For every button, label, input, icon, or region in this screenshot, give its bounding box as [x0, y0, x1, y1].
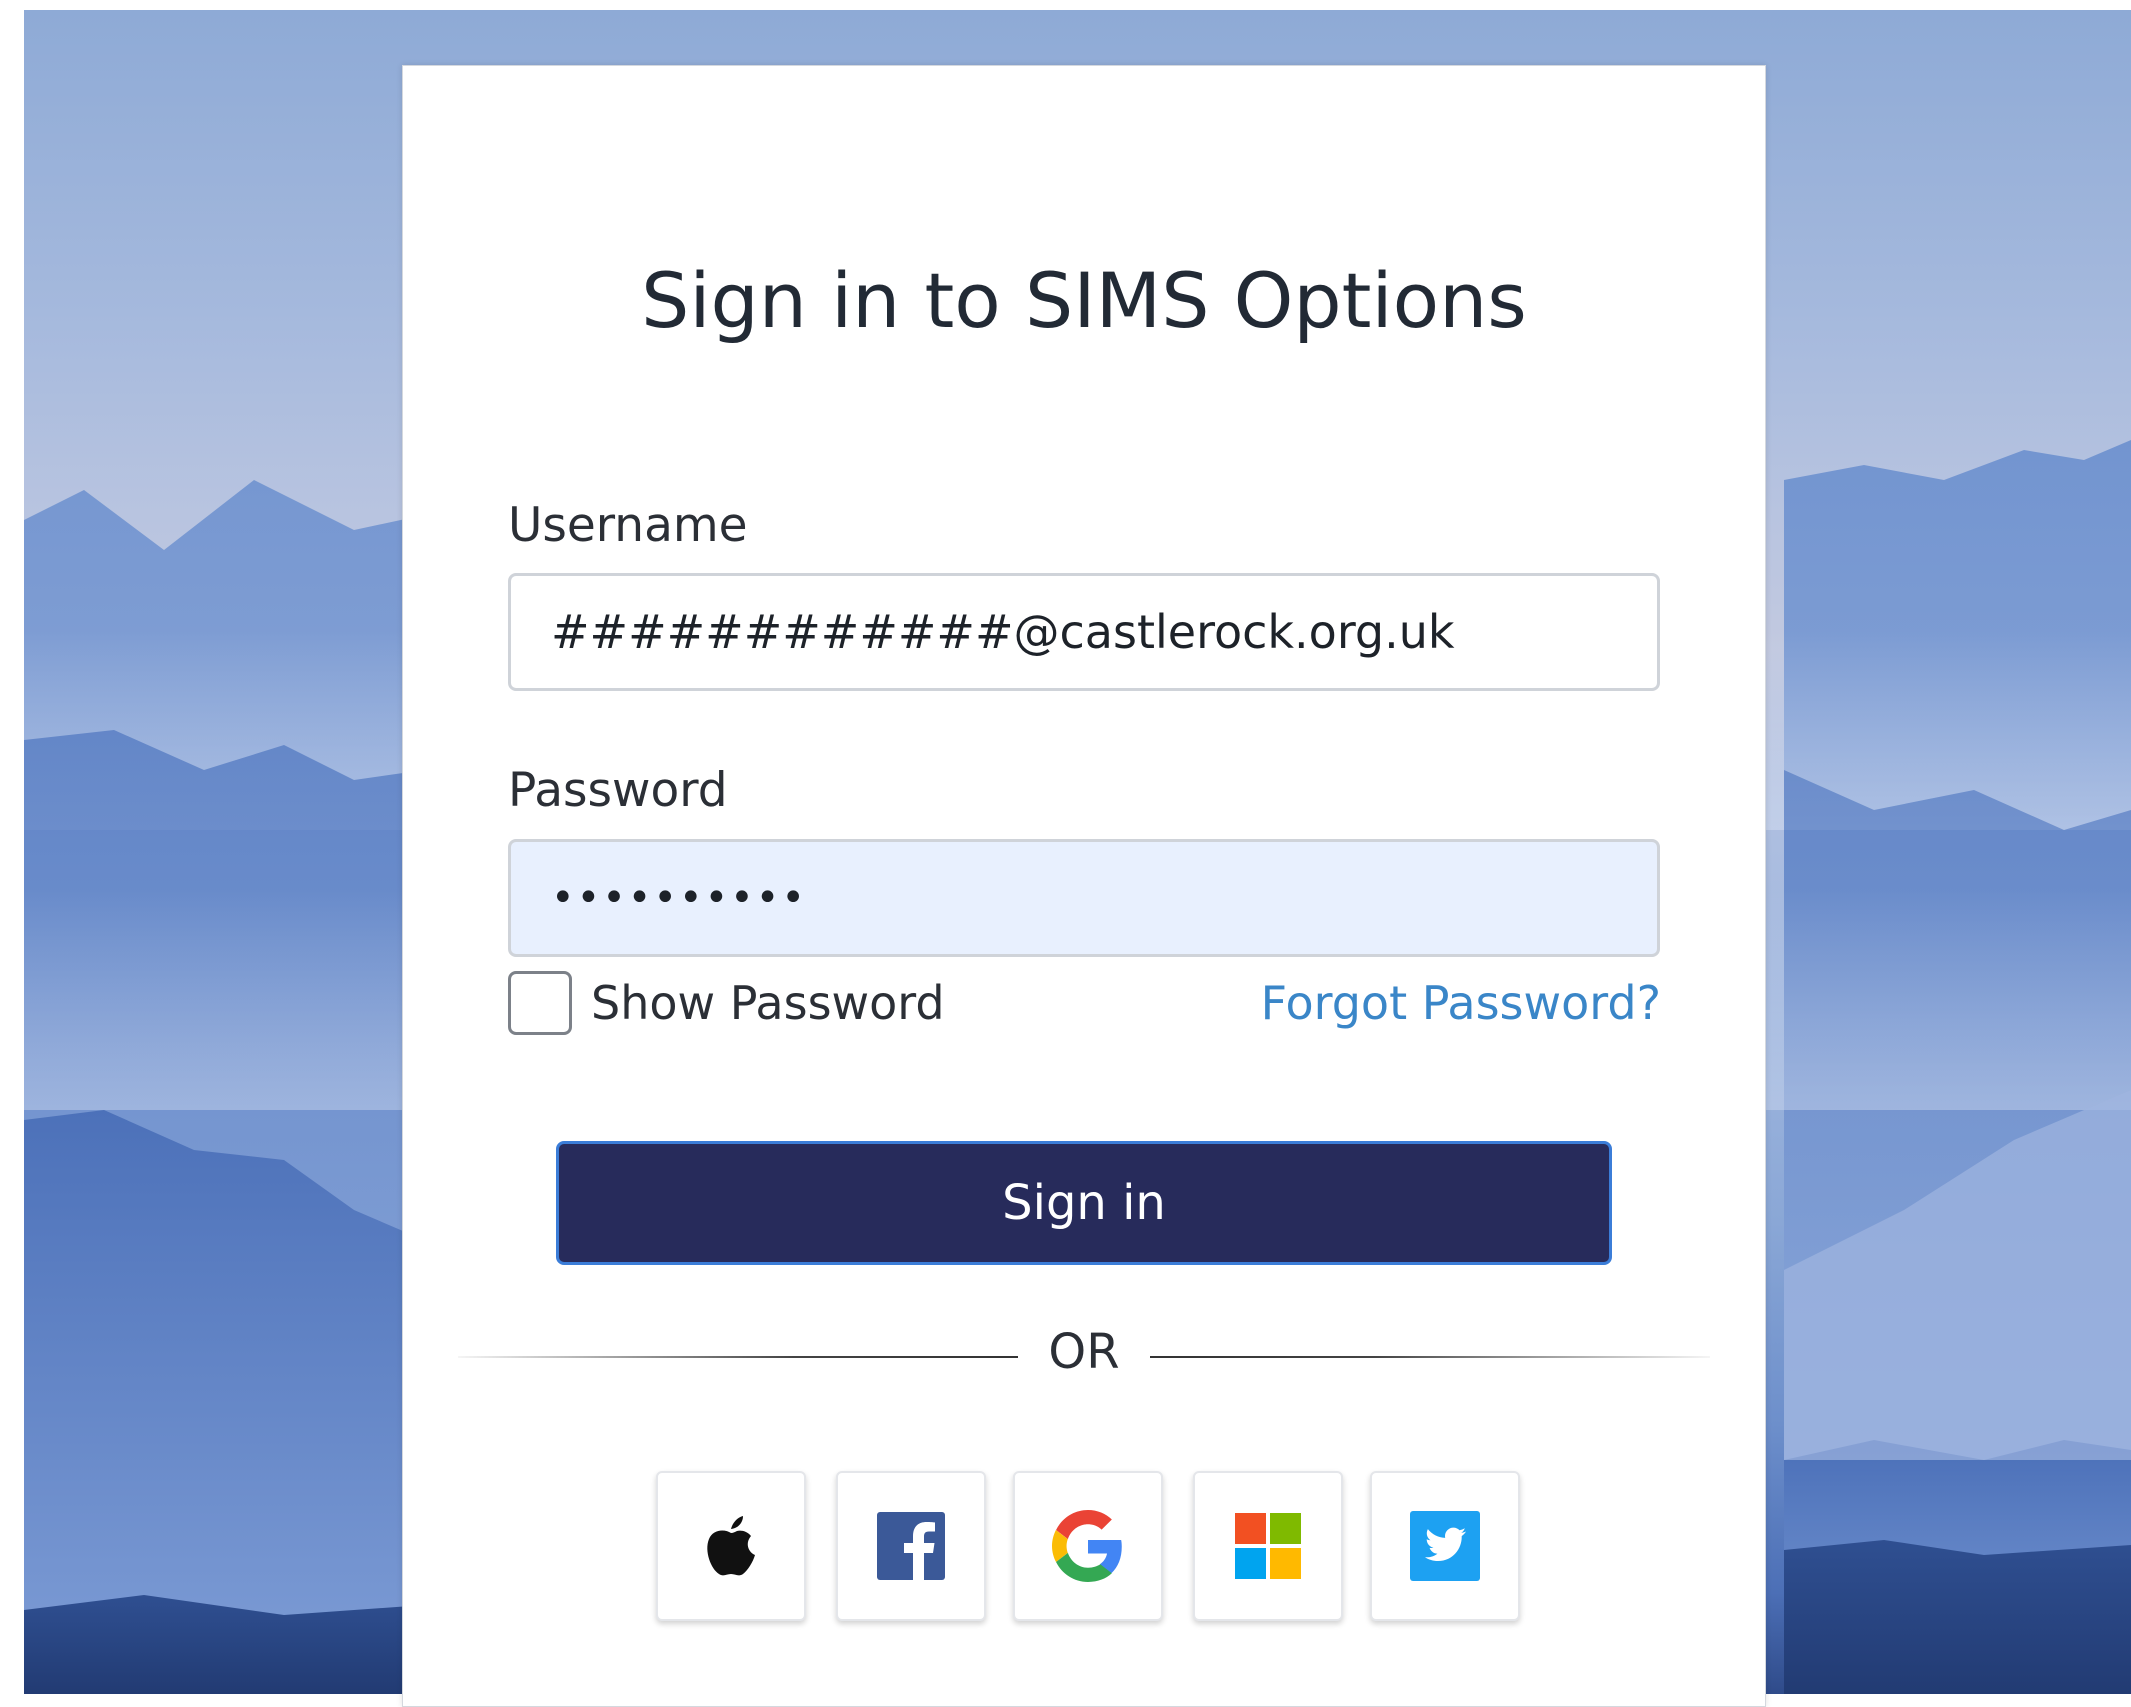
show-password-label[interactable]: Show Password	[591, 971, 945, 1035]
username-value: ############@castlerock.org.uk	[551, 605, 1455, 659]
google-sign-in-button[interactable]	[1013, 1471, 1163, 1621]
show-password-checkbox[interactable]	[508, 971, 572, 1035]
twitter-sign-in-button[interactable]	[1370, 1471, 1520, 1621]
facebook-icon	[877, 1512, 945, 1580]
sign-in-card: Sign in to SIMS Options Username #######…	[402, 65, 1766, 1707]
or-text: OR	[1048, 1324, 1120, 1380]
sign-in-button-label: Sign in	[1002, 1175, 1166, 1231]
page-title: Sign in to SIMS Options	[641, 256, 1527, 345]
apple-icon	[707, 1516, 755, 1576]
username-label: Username	[508, 498, 748, 553]
forgot-password-link[interactable]: Forgot Password?	[1261, 971, 1661, 1035]
password-value: ••••••••••	[551, 875, 807, 921]
username-input[interactable]: ############@castlerock.org.uk	[508, 573, 1660, 691]
google-icon	[1052, 1510, 1122, 1582]
apple-sign-in-button[interactable]	[656, 1471, 806, 1621]
microsoft-sign-in-button[interactable]	[1193, 1471, 1343, 1621]
password-label: Password	[508, 763, 728, 818]
microsoft-icon	[1235, 1513, 1301, 1579]
sign-in-button[interactable]: Sign in	[556, 1141, 1612, 1265]
password-input[interactable]: ••••••••••	[508, 839, 1660, 957]
twitter-icon	[1410, 1511, 1480, 1581]
facebook-sign-in-button[interactable]	[836, 1471, 986, 1621]
